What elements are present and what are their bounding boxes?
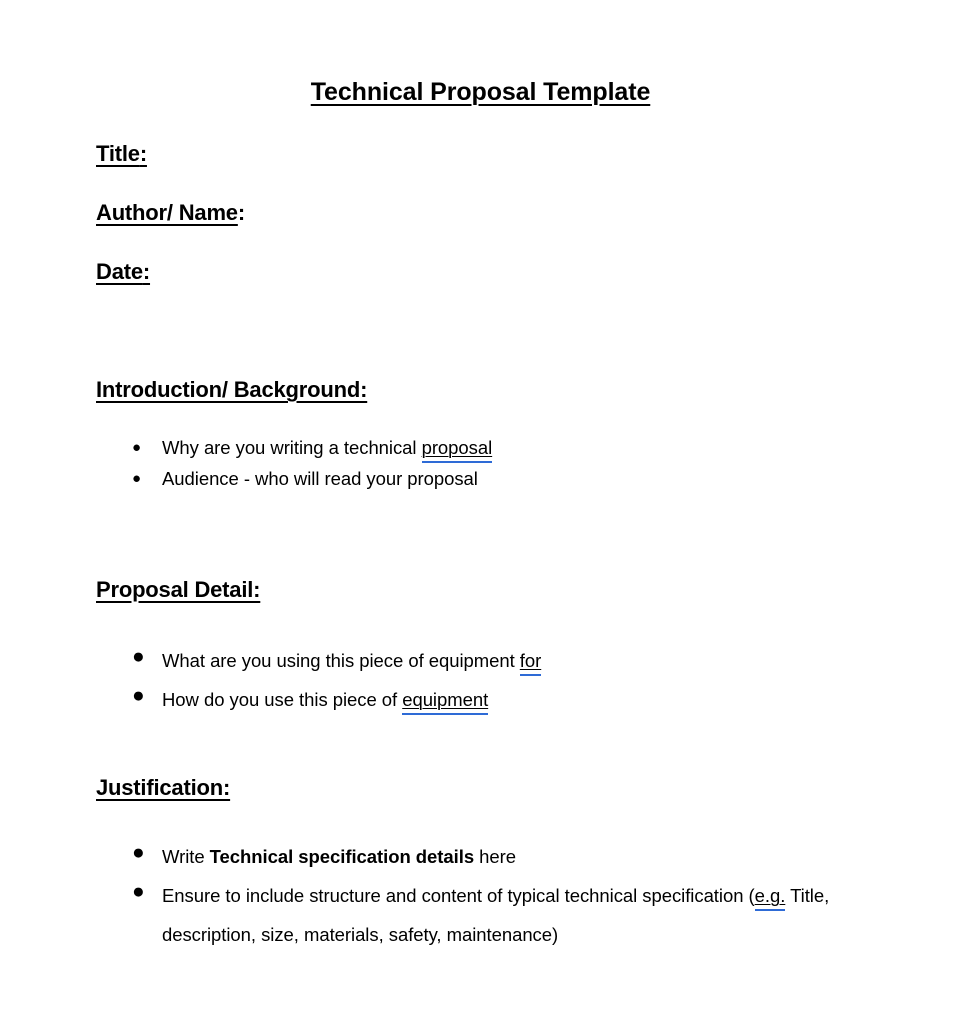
list-item: ● Why are you writing a technical propos… (96, 432, 926, 463)
list-item-text: Ensure to include structure and content … (162, 885, 830, 945)
field-date-label: Date (96, 259, 143, 284)
bullet-list-justification: ● Write Technical specification details … (96, 837, 926, 954)
bullet-point-icon: ● (132, 880, 145, 903)
bullet-point-icon: ● (132, 470, 142, 487)
list-item-text: Write Technical specification details he… (162, 846, 516, 867)
list-item-text: Why are you writing a technical proposal (162, 437, 493, 458)
grammar-flagged-text: equipment (402, 689, 489, 710)
list-item-text: Audience - who will read your proposal (162, 468, 478, 489)
bullet-point-icon: ● (132, 439, 142, 456)
field-title: Title: (96, 141, 147, 167)
section-heading-introduction: Introduction/ Background: (96, 377, 368, 402)
emphasis-text: Technical specification details (209, 846, 475, 867)
list-item: ● Audience - who will read your proposal (96, 463, 926, 494)
grammar-flagged-text: e.g. (754, 885, 786, 906)
list-item: ● Ensure to include structure and conten… (96, 876, 926, 954)
bullet-list-proposal-detail: ● What are you using this piece of equip… (96, 641, 926, 719)
bullet-point-icon: ● (132, 841, 145, 864)
bullet-point-icon: ● (132, 684, 145, 707)
field-title-label: Title (96, 141, 140, 166)
grammar-flagged-text: for (519, 650, 542, 671)
list-item: ● Write Technical specification details … (96, 837, 926, 876)
section-heading-proposal-detail: Proposal Detail: (96, 577, 261, 602)
field-author-name-label: Author/ Name (96, 200, 238, 225)
field-author-name: Author/ Name: (96, 200, 245, 226)
document-title: Technical Proposal Template (0, 78, 961, 107)
list-item-text: How do you use this piece of equipment (162, 689, 489, 710)
list-item-text: What are you using this piece of equipme… (162, 650, 542, 671)
bullet-point-icon: ● (132, 645, 145, 668)
list-item: ● What are you using this piece of equip… (96, 641, 926, 680)
list-item: ● How do you use this piece of equipment (96, 680, 926, 719)
field-date: Date: (96, 259, 150, 285)
document-page: Technical Proposal Template Title: Autho… (0, 0, 961, 1024)
field-title-colon: : (139, 141, 147, 166)
grammar-flagged-text: proposal (421, 437, 493, 458)
field-author-name-colon: : (237, 200, 245, 225)
bullet-list-introduction: ● Why are you writing a technical propos… (96, 432, 926, 494)
field-date-colon: : (142, 259, 151, 284)
section-heading-justification: Justification: (96, 775, 231, 800)
document-title-text: Technical Proposal Template (310, 78, 651, 106)
